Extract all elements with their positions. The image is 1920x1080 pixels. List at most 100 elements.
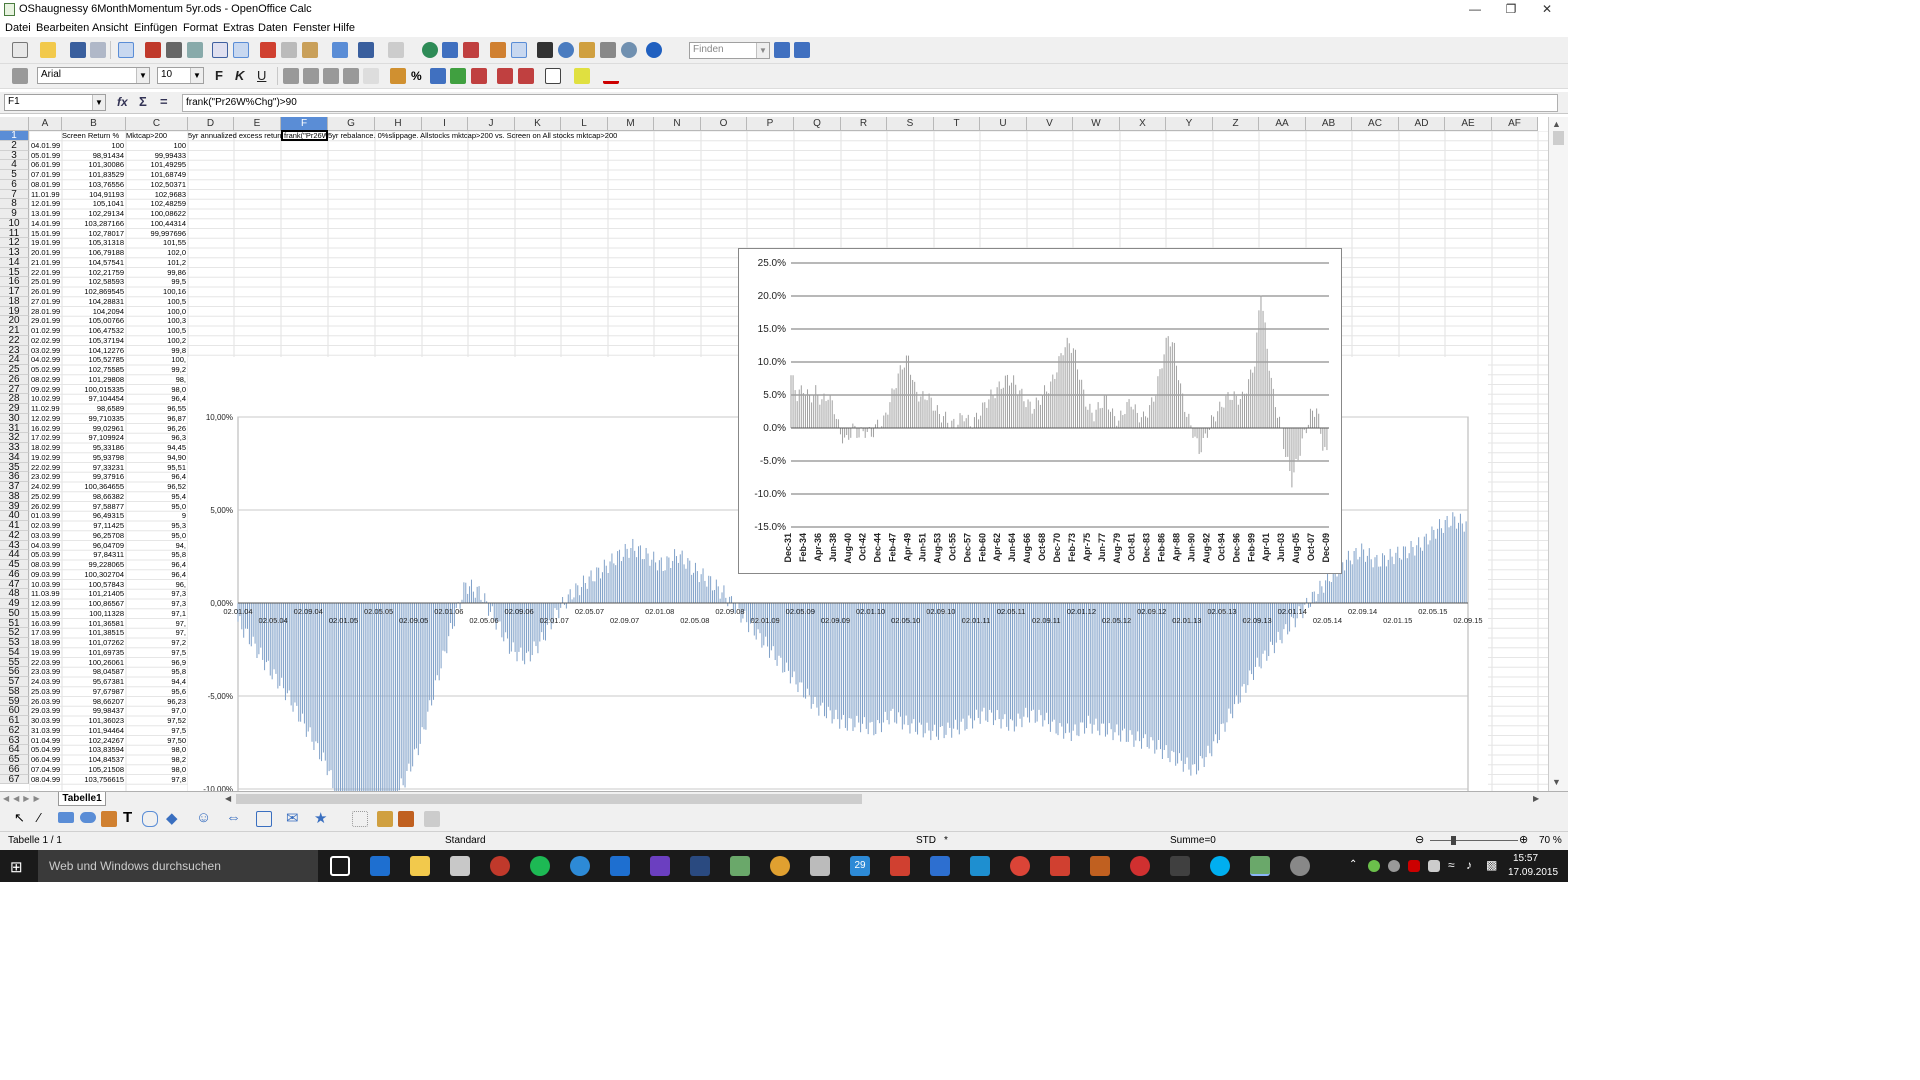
tab-navigation-arrows-icon[interactable]: ◀◀▶▶ [3, 794, 44, 803]
cell-date[interactable]: 30.03.99 [31, 716, 60, 726]
cell-date[interactable]: 21.01.99 [31, 258, 60, 268]
column-header-ae[interactable]: AE [1445, 117, 1492, 131]
cell-mktcap[interactable]: 96,4 [128, 560, 186, 570]
cell-mktcap[interactable]: 96,9 [128, 658, 186, 668]
hyperlink-icon[interactable] [422, 42, 438, 58]
cell-mktcap[interactable]: 96, [128, 580, 186, 590]
chevron-down-icon[interactable]: ▼ [756, 43, 769, 58]
cell-screen-return[interactable]: 106,47532 [64, 326, 124, 336]
cell-mktcap[interactable]: 95,51 [128, 463, 186, 473]
bold-button[interactable]: F [215, 68, 223, 83]
column-header-f[interactable]: F [281, 117, 328, 131]
library-app-icon[interactable] [1090, 856, 1110, 876]
email-icon[interactable] [90, 42, 106, 58]
column-header-n[interactable]: N [654, 117, 701, 131]
cell-date[interactable]: 05.01.99 [31, 151, 60, 161]
page-style[interactable]: Standard [445, 835, 486, 846]
cell-date[interactable]: 31.03.99 [31, 726, 60, 736]
cell-screen-return[interactable]: 97,33231 [64, 463, 124, 473]
cell-mktcap[interactable]: 95,4 [128, 492, 186, 502]
column-header-t[interactable]: T [934, 117, 980, 131]
merge-cells-icon[interactable] [363, 68, 379, 84]
cell-mktcap[interactable]: 101,2 [128, 258, 186, 268]
menu-einfuegen[interactable]: Einfügen [134, 22, 177, 34]
cell-date[interactable]: 25.03.99 [31, 687, 60, 697]
cell-mktcap[interactable]: 94, [128, 541, 186, 551]
chevron-down-icon[interactable]: ▼ [190, 68, 203, 83]
cell-date[interactable]: 09.03.99 [31, 570, 60, 580]
battery-icon[interactable] [1428, 860, 1440, 872]
messaging-app-icon[interactable] [570, 856, 590, 876]
column-header-g[interactable]: G [328, 117, 375, 131]
cell-screen-return[interactable]: 104,57541 [64, 258, 124, 268]
gallery-icon[interactable] [579, 42, 595, 58]
store-icon[interactable] [450, 856, 470, 876]
cell-date[interactable]: 25.01.99 [31, 277, 60, 287]
cell-date[interactable]: 09.02.99 [31, 385, 60, 395]
menu-ansicht[interactable]: Ansicht [92, 22, 128, 34]
cell-mktcap[interactable]: 97,3 [128, 599, 186, 609]
cell-date[interactable]: 17.03.99 [31, 628, 60, 638]
photos-app-icon[interactable] [770, 856, 790, 876]
points-icon[interactable] [352, 811, 368, 827]
cell-screen-return[interactable]: 103,287166 [64, 219, 124, 229]
cell-date[interactable]: 15.01.99 [31, 229, 60, 239]
cell-date[interactable]: 07.04.99 [31, 765, 60, 775]
cell-screen-return[interactable]: 101,36023 [64, 716, 124, 726]
cell-screen-return[interactable]: 102,21759 [64, 268, 124, 278]
column-header-j[interactable]: J [468, 117, 515, 131]
wifi-icon[interactable]: ≈ [1448, 858, 1455, 872]
data-sources-icon[interactable] [600, 42, 616, 58]
cell-date[interactable]: 02.03.99 [31, 521, 60, 531]
line-tool-icon[interactable]: ∕ [38, 810, 40, 825]
scroll-right-icon[interactable]: ▶ [1533, 794, 1539, 803]
tray-app-icon[interactable] [1368, 860, 1380, 872]
copy-icon[interactable] [281, 42, 297, 58]
cell-screen-return[interactable]: 100,302704 [64, 570, 124, 580]
cell-mktcap[interactable]: 96,87 [128, 414, 186, 424]
save-icon[interactable] [70, 42, 86, 58]
cell-mktcap[interactable]: 98,0 [128, 385, 186, 395]
scroll-up-icon[interactable]: ▲ [1552, 119, 1561, 129]
cell-screen-return[interactable]: 105,21508 [64, 765, 124, 775]
cell-screen-return[interactable]: 101,69735 [64, 648, 124, 658]
cell-mktcap[interactable]: 100,0 [128, 307, 186, 317]
cell-date[interactable]: 04.01.99 [31, 141, 60, 151]
cell-date[interactable]: 11.02.99 [31, 404, 60, 414]
column-header-l[interactable]: L [561, 117, 608, 131]
cell-date[interactable]: 08.01.99 [31, 180, 60, 190]
tasks-app-icon[interactable] [930, 856, 950, 876]
cell-mktcap[interactable]: 95,0 [128, 502, 186, 512]
cell-screen-return[interactable]: 97,11425 [64, 521, 124, 531]
cell-date[interactable]: 01.03.99 [31, 511, 60, 521]
onenote-icon[interactable] [650, 856, 670, 876]
cell-date[interactable]: 24.03.99 [31, 677, 60, 687]
cell-date[interactable]: 25.02.99 [31, 492, 60, 502]
cell-date[interactable]: 23.02.99 [31, 472, 60, 482]
vertical-scrollbar[interactable]: ▲ ▼ [1548, 117, 1568, 791]
cell-screen-return[interactable]: 100,26061 [64, 658, 124, 668]
find-previous-icon[interactable] [794, 42, 810, 58]
menu-fenster[interactable]: Fenster [293, 22, 330, 34]
column-header-ac[interactable]: AC [1352, 117, 1399, 131]
cell-date[interactable]: 23.03.99 [31, 667, 60, 677]
cell-g1[interactable]: 5yr rebalance. 0%slippage. Allstocks mkt… [328, 131, 648, 140]
gmail-icon[interactable] [890, 856, 910, 876]
menu-format[interactable]: Format [183, 22, 218, 34]
row-header[interactable]: 67 [0, 774, 29, 785]
align-center-icon[interactable] [303, 68, 319, 84]
spreadsheet-grid[interactable]: A B C D E F G H I J K L M N O P Q R S T U V W X Y Z AA AB AC AD AE AF 1… [0, 117, 1548, 791]
minimize-button[interactable]: — [1458, 0, 1492, 20]
cell-mktcap[interactable]: 97,8 [128, 775, 186, 785]
cell-screen-return[interactable]: 102,29134 [64, 209, 124, 219]
settings-app-icon[interactable] [1290, 856, 1310, 876]
cell-screen-return[interactable]: 95,93798 [64, 453, 124, 463]
cell-mktcap[interactable]: 100, [128, 355, 186, 365]
acrobat-icon[interactable] [1050, 856, 1070, 876]
scroll-left-icon[interactable]: ◀ [225, 794, 231, 803]
cell-screen-return[interactable]: 101,36581 [64, 619, 124, 629]
font-color-icon[interactable] [603, 68, 619, 84]
find-next-icon[interactable] [774, 42, 790, 58]
cell-screen-return[interactable]: 103,76556 [64, 180, 124, 190]
folder-app-icon[interactable] [810, 856, 830, 876]
